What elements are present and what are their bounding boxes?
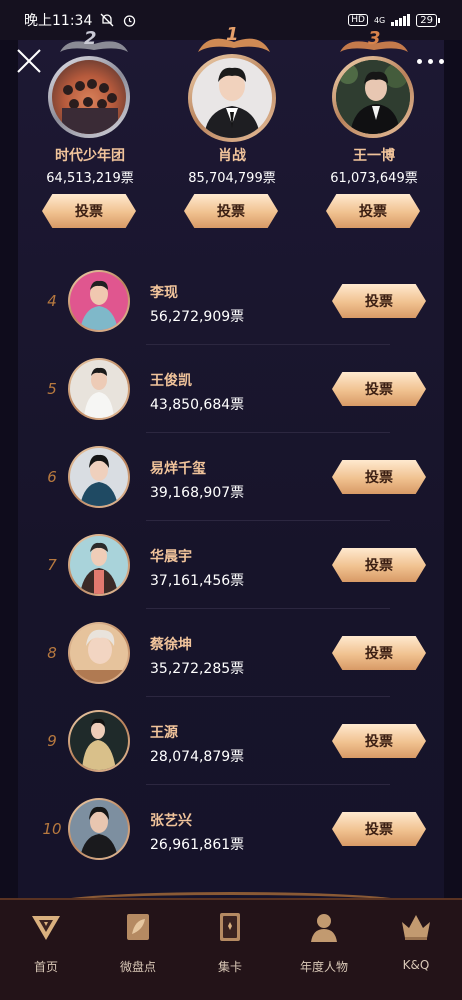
crown-icon bbox=[402, 915, 430, 940]
list-rank: 9 bbox=[47, 732, 57, 750]
list-votes: 26,961,861票 bbox=[150, 837, 245, 853]
list-avatar[interactable] bbox=[68, 358, 130, 420]
list-name: 王源 bbox=[150, 725, 178, 741]
status-time: 晚上11:34 bbox=[24, 13, 93, 29]
nav-label-person-of-year: 年度人物 bbox=[299, 960, 348, 974]
list-item: 5 王俊凯 43,850,684票 投票 bbox=[36, 344, 426, 433]
battery-level: 29 bbox=[416, 13, 437, 27]
podium-avatar-1[interactable] bbox=[188, 54, 276, 142]
vote-button[interactable]: 投票 bbox=[332, 284, 426, 318]
list-item: 6 易烊千玺 39,168,907票 投票 bbox=[36, 432, 426, 521]
list-name: 张艺兴 bbox=[150, 813, 192, 829]
vote-button[interactable]: 投票 bbox=[332, 460, 426, 494]
list-name: 易烊千玺 bbox=[150, 461, 206, 477]
list-name: 蔡徐坤 bbox=[150, 637, 192, 653]
card-icon bbox=[220, 913, 240, 941]
list-name: 王俊凯 bbox=[150, 373, 192, 389]
list-name: 李现 bbox=[150, 285, 178, 301]
list-rank: 4 bbox=[47, 292, 57, 310]
list-votes: 28,074,879票 bbox=[150, 749, 245, 765]
list-votes: 43,850,684票 bbox=[150, 397, 245, 413]
vote-button[interactable]: 投票 bbox=[332, 724, 426, 758]
list-item: 9 王源 28,074,879票 投票 bbox=[36, 696, 426, 785]
hd-badge: HD bbox=[348, 14, 368, 26]
podium-avatar-3[interactable] bbox=[332, 56, 414, 138]
list-item: 8 蔡徐坤 35,272,285票 投票 bbox=[36, 608, 426, 697]
more-options-icon[interactable] bbox=[410, 48, 450, 74]
podium-avatar-2[interactable] bbox=[48, 56, 130, 138]
list-rank: 7 bbox=[47, 556, 57, 574]
list-rank: 5 bbox=[47, 380, 57, 398]
nav-item-home[interactable]: 首页 bbox=[6, 910, 86, 975]
list-avatar[interactable] bbox=[68, 270, 130, 332]
portrait-image bbox=[192, 58, 272, 138]
list-avatar[interactable] bbox=[68, 710, 130, 772]
list-item: 10 张艺兴 26,961,861票 投票 bbox=[36, 784, 426, 872]
nav-label-kq: K&Q bbox=[402, 958, 430, 972]
podium-rank-2: 2 bbox=[84, 28, 97, 49]
person-icon bbox=[311, 914, 337, 942]
podium-rank-3: 3 bbox=[368, 28, 381, 49]
nav-item-review[interactable]: 微盘点 bbox=[98, 910, 178, 975]
podium-rank-1: 1 bbox=[226, 24, 239, 45]
list-avatar[interactable] bbox=[68, 534, 130, 596]
vote-button[interactable]: 投票 bbox=[332, 548, 426, 582]
podium-name-2: 时代少年团 bbox=[55, 148, 125, 164]
vote-button[interactable]: 投票 bbox=[332, 636, 426, 670]
list-item: 4 李现 56,272,909票 投票 bbox=[36, 256, 426, 345]
vote-button[interactable]: 投票 bbox=[332, 372, 426, 406]
nav-label-cards: 集卡 bbox=[217, 960, 242, 974]
status-right: HD 4G 29 bbox=[348, 13, 440, 27]
list-avatar[interactable] bbox=[68, 446, 130, 508]
alarm-icon bbox=[124, 14, 136, 27]
bell-mute-icon bbox=[100, 13, 114, 27]
podium-votes-2: 64,513,219票 bbox=[46, 171, 134, 186]
list-votes: 35,272,285票 bbox=[150, 661, 245, 677]
close-icon[interactable] bbox=[12, 44, 46, 78]
vote-button[interactable]: 投票 bbox=[332, 812, 426, 846]
list-votes: 37,161,456票 bbox=[150, 573, 245, 589]
list-avatar[interactable] bbox=[68, 622, 130, 684]
battery-icon: 29 bbox=[416, 13, 440, 27]
portrait-image bbox=[336, 60, 410, 134]
vote-button-1[interactable]: 投票 bbox=[184, 194, 278, 228]
list-votes: 56,272,909票 bbox=[150, 309, 245, 325]
list-rank: 8 bbox=[47, 644, 57, 662]
podium-votes-1: 85,704,799票 bbox=[188, 171, 276, 186]
vote-button-2[interactable]: 投票 bbox=[42, 194, 136, 228]
list-item: 7 华晨宇 37,161,456票 投票 bbox=[36, 520, 426, 609]
podium-name-1: 肖战 bbox=[218, 148, 246, 164]
leaf-card-icon bbox=[127, 914, 149, 940]
group-photo-image bbox=[52, 60, 126, 134]
list-avatar[interactable] bbox=[68, 798, 130, 860]
nav-item-person-of-year[interactable]: 年度人物 bbox=[284, 910, 364, 975]
nav-item-kq[interactable]: K&Q bbox=[376, 910, 456, 972]
list-votes: 39,168,907票 bbox=[150, 485, 245, 501]
list-rank: 10 bbox=[42, 820, 62, 838]
podium-name-3: 王一博 bbox=[353, 148, 395, 164]
vote-button-3[interactable]: 投票 bbox=[326, 194, 420, 228]
diamond-logo-icon bbox=[32, 916, 60, 940]
podium-votes-3: 61,073,649票 bbox=[330, 171, 418, 186]
network-type: 4G bbox=[373, 15, 386, 25]
nav-label-review: 微盘点 bbox=[119, 960, 156, 974]
nav-label-home: 首页 bbox=[33, 960, 58, 974]
signal-icon bbox=[391, 14, 411, 26]
list-name: 华晨宇 bbox=[150, 549, 192, 565]
list-rank: 6 bbox=[47, 468, 57, 486]
status-left: 晚上11:34 bbox=[24, 10, 137, 30]
nav-item-cards[interactable]: 集卡 bbox=[190, 910, 270, 975]
